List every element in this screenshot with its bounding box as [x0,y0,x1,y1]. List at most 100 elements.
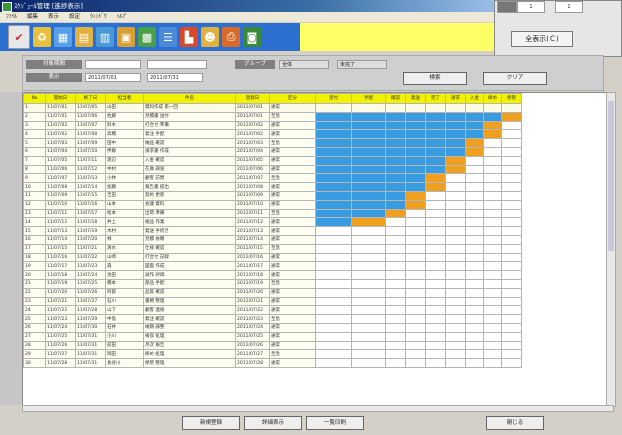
status-empty-cell[interactable] [405,278,426,289]
status-empty-cell[interactable] [483,340,502,351]
status-done-cell[interactable] [315,199,352,210]
status-empty-cell[interactable] [405,243,426,254]
status-empty-cell[interactable] [483,173,502,184]
status-empty-cell[interactable] [425,190,446,201]
status-done-cell[interactable] [385,164,406,175]
status-empty-cell[interactable] [465,287,484,298]
status-done-cell[interactable] [315,103,352,113]
column-header[interactable]: 担当者 [105,93,144,104]
table-row[interactable]: 8 11/07/06 11/07/12 中村 在庫 調査 2011/07/06 通常 [23,164,522,175]
menu-edit[interactable]: 編集 [27,12,38,22]
status-empty-cell[interactable] [351,331,386,342]
status-empty-cell[interactable] [385,340,406,351]
status-empty-cell[interactable] [501,270,522,280]
table-icon[interactable]: ▤ [75,27,93,47]
status-empty-cell[interactable] [425,243,446,254]
table-row[interactable]: 10 11/07/08 11/07/14 加藤 報告書 提出 2011/07/08 通常 [23,182,522,192]
status-empty-cell[interactable] [351,358,386,368]
status-empty-cell[interactable] [425,314,446,324]
status-empty-cell[interactable] [385,296,406,307]
status-empty-cell[interactable] [483,322,502,333]
grid-icon[interactable]: ▩ [138,27,156,47]
status-done-cell[interactable] [465,120,484,131]
status-empty-cell[interactable] [501,349,522,360]
status-empty-cell[interactable] [385,349,406,360]
column-header[interactable]: 締め [483,93,502,104]
status-empty-cell[interactable] [501,120,522,131]
status-empty-cell[interactable] [405,217,426,228]
status-empty-cell[interactable] [483,199,502,210]
status-empty-cell[interactable] [501,155,522,166]
status-empty-cell[interactable] [405,270,426,280]
status-empty-cell[interactable] [315,305,352,316]
status-empty-cell[interactable] [425,278,446,289]
table-row[interactable]: 29 11/07/27 11/07/31 岡田 締め 処理 2011/07/27 至急 [23,349,522,360]
status-empty-cell[interactable] [465,234,484,245]
status-empty-cell[interactable] [501,261,522,272]
status-empty-cell[interactable] [351,349,386,360]
column-header[interactable]: 終了日 [75,93,106,104]
status-empty-cell[interactable] [445,226,466,236]
column-header[interactable]: 確認 [385,93,406,104]
status-empty-cell[interactable] [445,331,466,342]
status-empty-cell[interactable] [315,252,352,263]
close-button[interactable]: 閉じる [486,416,544,430]
status-empty-cell[interactable] [483,217,502,228]
status-done-cell[interactable] [315,182,352,192]
table-row[interactable]: 17 11/07/15 11/07/21 清水 仕様 確認 2011/07/15 至急 [23,243,522,254]
status-done-cell[interactable] [405,129,426,140]
table-row[interactable]: 21 11/07/19 11/07/25 橋本 部品 手配 2011/07/19 至急 [23,278,522,289]
status-done-cell[interactable] [315,138,352,148]
status-empty-cell[interactable] [465,155,484,166]
calendar-icon[interactable]: ▦ [54,27,72,47]
table-row[interactable]: 24 11/07/22 11/07/28 山下 顧客 連絡 2011/07/22 通常 [23,305,522,316]
status-done-cell[interactable] [351,138,386,148]
status-empty-cell[interactable] [483,349,502,360]
status-empty-cell[interactable] [501,287,522,298]
status-empty-cell[interactable] [445,252,466,263]
status-empty-cell[interactable] [445,305,466,316]
status-empty-cell[interactable] [351,270,386,280]
status-done-cell[interactable] [405,155,426,166]
period-input-2[interactable] [147,60,207,69]
camera-icon[interactable]: ◙ [243,27,261,47]
status-empty-cell[interactable] [501,243,522,254]
status-done-cell[interactable] [351,182,386,192]
status-empty-cell[interactable] [501,217,522,228]
status-empty-cell[interactable] [445,234,466,245]
print-icon[interactable]: ⎙ [222,27,240,47]
table-row[interactable]: 26 11/07/24 11/07/30 石井 納期 調整 2011/07/24 通常 [23,322,522,333]
status-empty-cell[interactable] [405,349,426,360]
status-empty-cell[interactable] [483,358,502,368]
status-empty-cell[interactable] [501,138,522,148]
status-empty-cell[interactable] [425,226,446,236]
status-empty-cell[interactable] [465,322,484,333]
status-empty-cell[interactable] [483,331,502,342]
status-empty-cell[interactable] [385,217,406,228]
status-done-cell[interactable] [351,199,386,210]
status-done-cell[interactable] [405,164,426,175]
status-done-cell[interactable] [445,111,466,122]
table-row[interactable]: 3 11/07/02 11/07/07 鈴木 打合せ 準備 2011/07/02 通常 [23,120,522,131]
status-done-cell[interactable] [315,190,352,201]
table-row[interactable]: 19 11/07/17 11/07/23 森図面 作成 2011/07/17 通常 [23,261,522,272]
user-icon[interactable]: ☻ [201,27,219,47]
check-icon[interactable]: ✔ [8,25,30,49]
status-empty-cell[interactable] [315,278,352,289]
status-empty-cell[interactable] [405,296,426,307]
status-empty-cell[interactable] [501,305,522,316]
column-header[interactable]: 区分 [269,93,316,104]
status-done-cell[interactable] [385,190,406,201]
table-row[interactable]: 4 11/07/02 11/07/08 高橋 発注 手配 2011/07/02 通常 [23,129,522,140]
status-empty-cell[interactable] [425,261,446,272]
chart-icon[interactable]: ▥ [96,27,114,47]
vertical-scrollbar[interactable] [606,92,616,407]
status-empty-cell[interactable] [351,243,386,254]
status-empty-cell[interactable] [405,314,426,324]
new-entry-button[interactable]: 新規登録 [182,416,240,430]
column-header[interactable]: 発送 [405,93,426,104]
status-empty-cell[interactable] [405,305,426,316]
status-empty-cell[interactable] [501,322,522,333]
schedule-grid[interactable]: No 開始日 終了日 担当者 件名 登録日 区分 受付 手配 確認 発送 完了 請求 入金 締め 保管 1 11… [22,92,608,407]
menu-settings[interactable]: 設定 [69,12,80,22]
